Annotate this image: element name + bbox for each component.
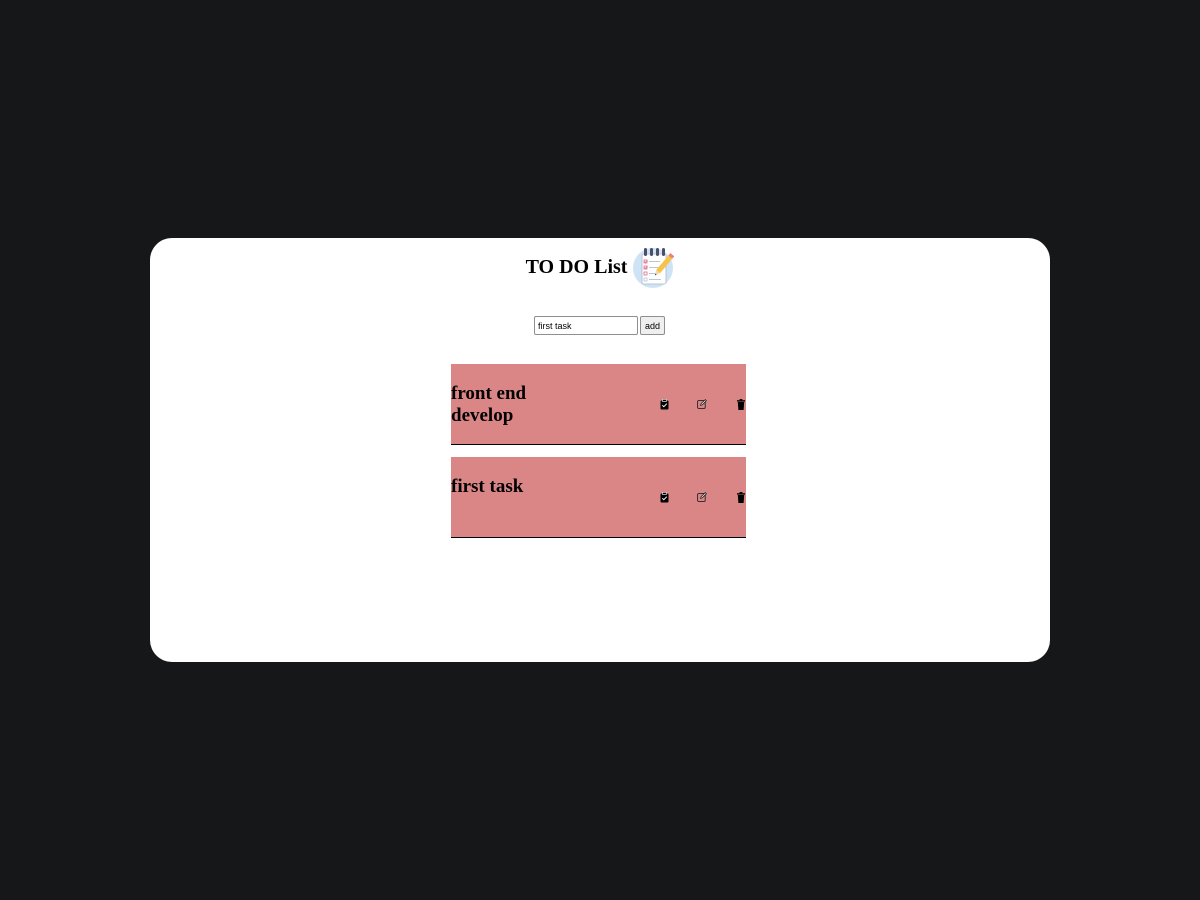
- header: TO DO List: [150, 242, 1050, 292]
- trash-icon[interactable]: [736, 491, 746, 503]
- task-input[interactable]: [534, 316, 638, 335]
- app-window: TO DO List first task add front end deve…: [150, 238, 1050, 662]
- task-item: first task: [451, 457, 746, 538]
- add-button[interactable]: add: [640, 316, 666, 335]
- task-actions: [659, 398, 746, 410]
- task-text: front end develop: [451, 383, 527, 426]
- task-item: front end develop: [451, 364, 746, 445]
- clipboard-check-icon[interactable]: [659, 398, 669, 410]
- task-list: front end develop first task: [451, 364, 746, 550]
- task-actions: [659, 491, 746, 503]
- notepad-checklist-icon: [632, 245, 675, 289]
- task-text: first task: [451, 476, 524, 497]
- clipboard-check-icon[interactable]: [659, 491, 669, 503]
- edit-icon[interactable]: [697, 491, 707, 503]
- page-title: TO DO List: [525, 256, 628, 278]
- edit-icon[interactable]: [697, 398, 707, 410]
- trash-icon[interactable]: [736, 398, 746, 410]
- add-task-form: add: [534, 316, 666, 335]
